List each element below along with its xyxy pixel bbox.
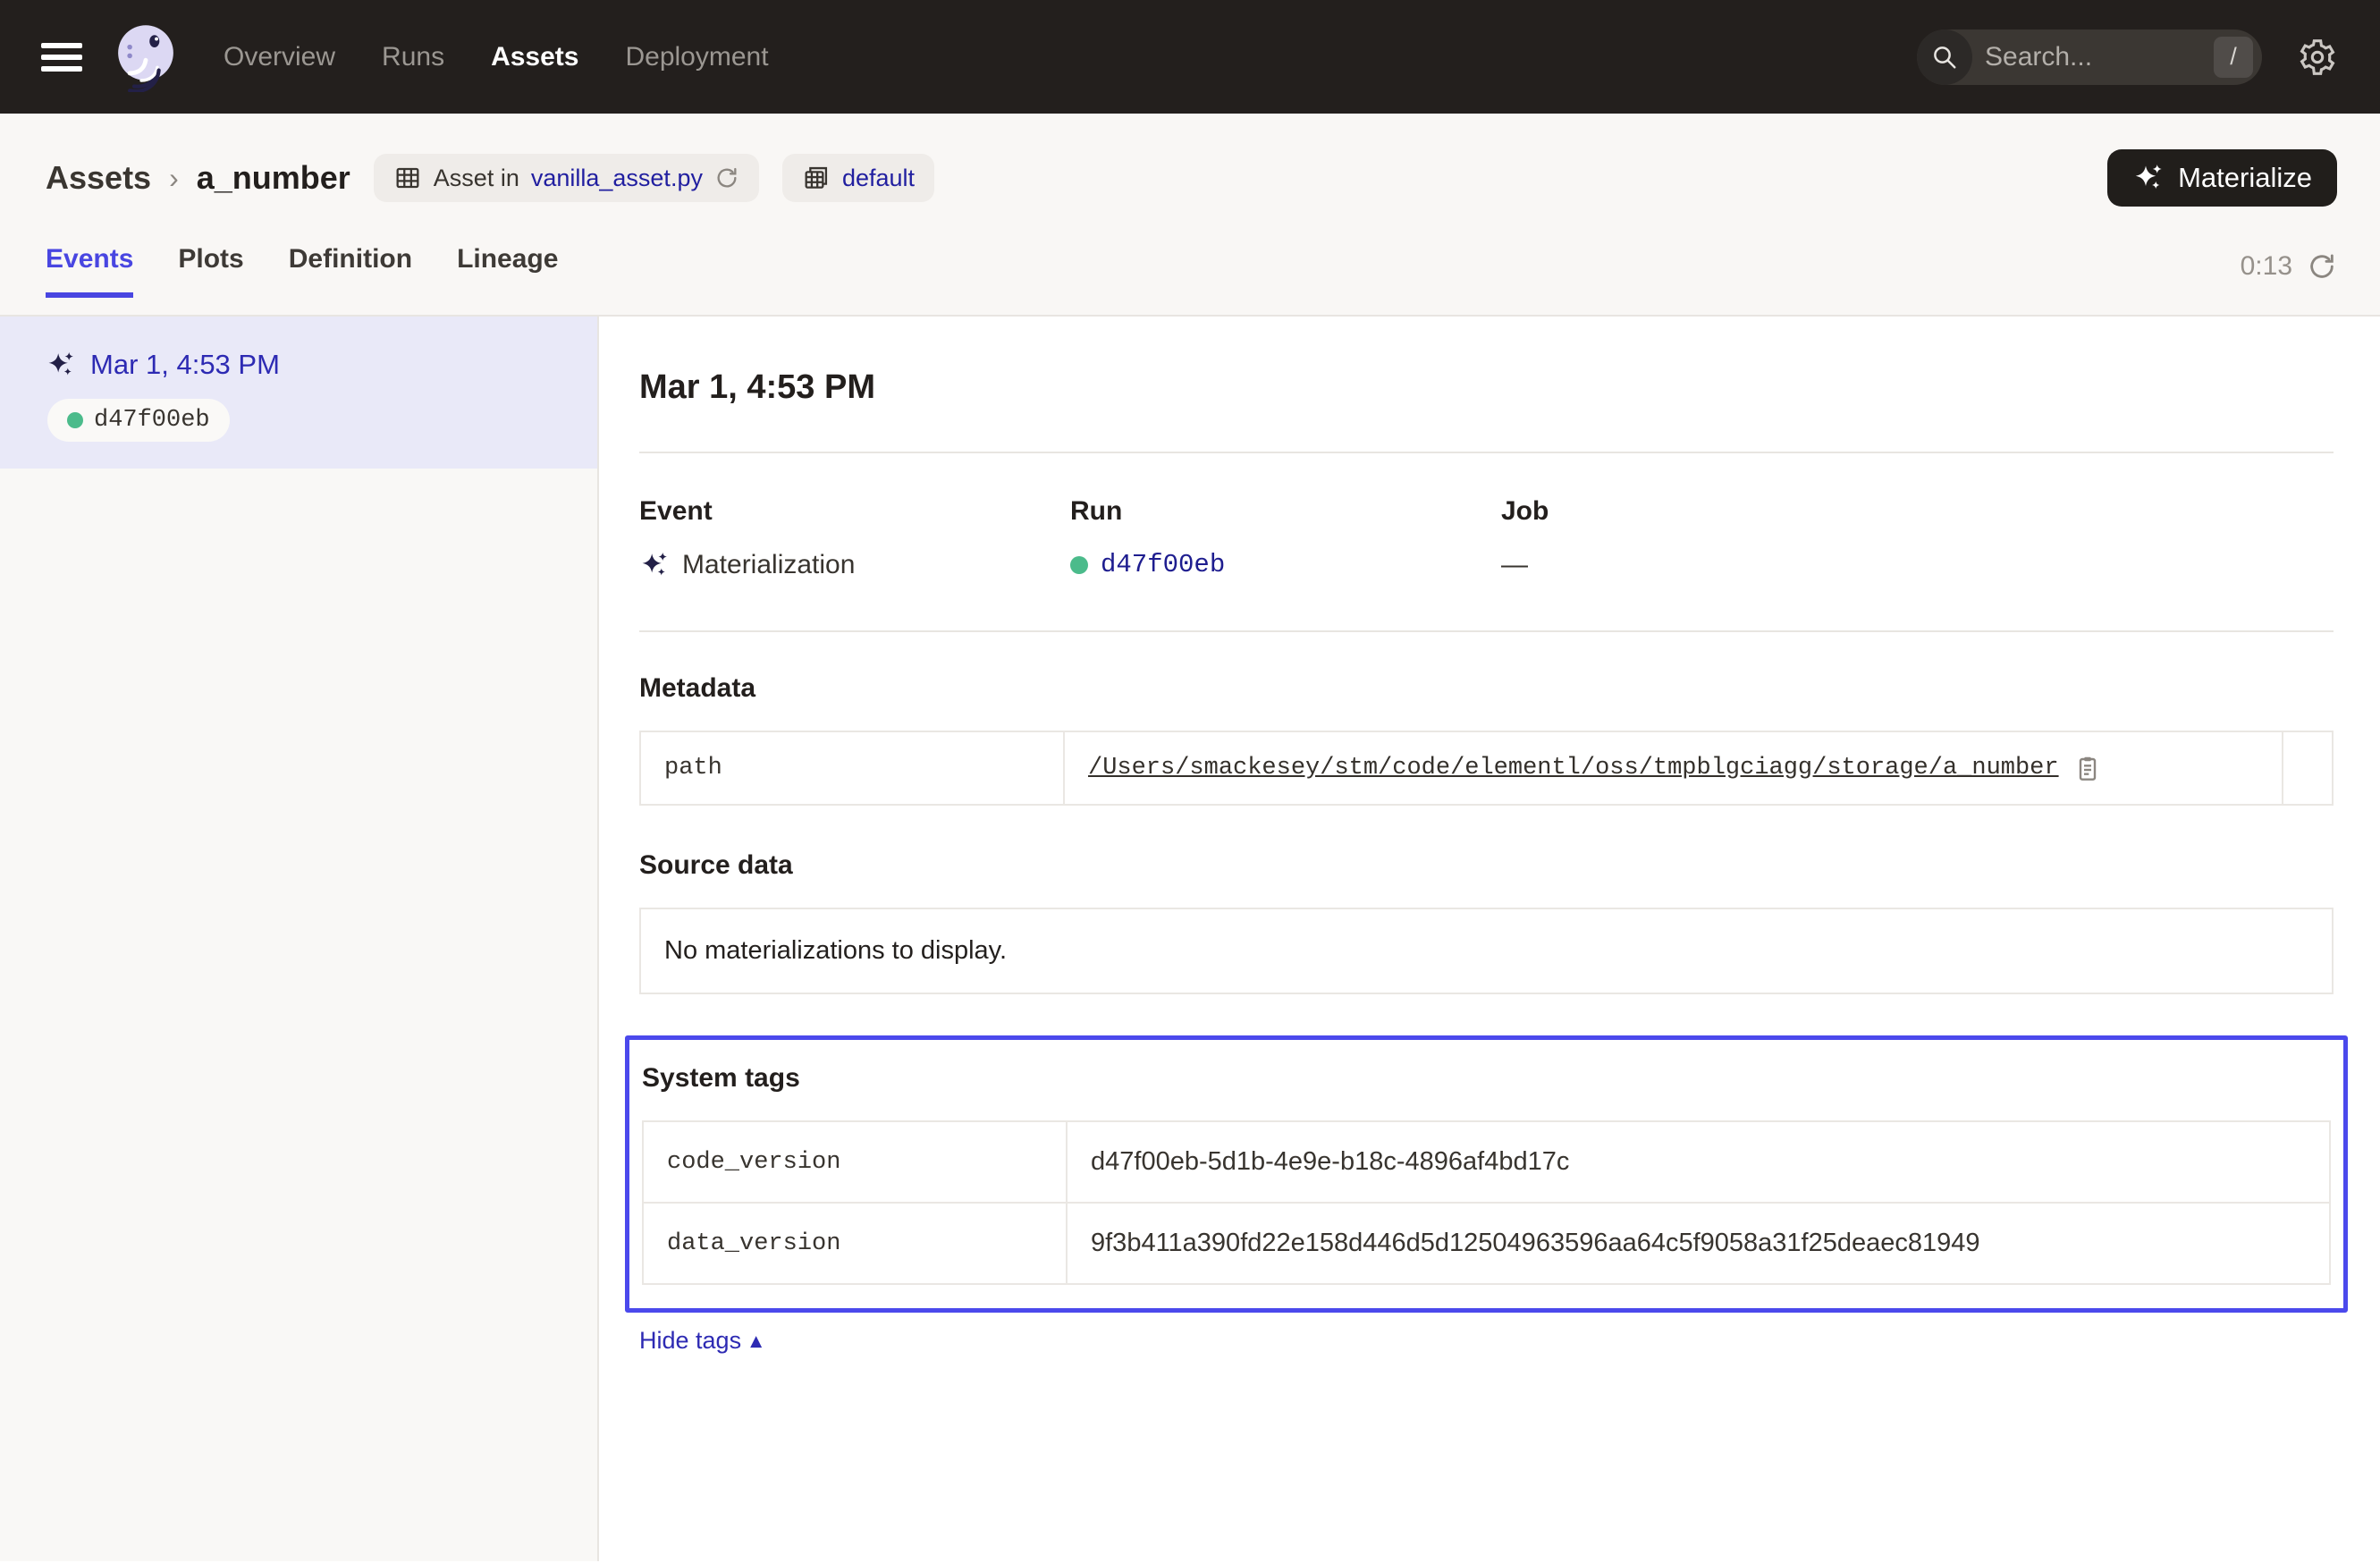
source-data-empty-message: No materializations to display. <box>639 908 2334 994</box>
search-bar[interactable]: / <box>1917 30 2262 85</box>
page-title: a_number <box>197 159 350 197</box>
nav-item-overview[interactable]: Overview <box>224 42 335 72</box>
grid-icon <box>393 164 422 192</box>
events-sidebar: Mar 1, 4:53 PM d47f00eb <box>0 317 599 1561</box>
chevron-right-icon: › <box>169 162 179 195</box>
refresh-timer: 0:13 <box>2241 251 2292 282</box>
run-column-header: Run <box>1070 496 1501 527</box>
job-column-header: Job <box>1501 496 2334 527</box>
metadata-table: path /Users/smackesey/stm/code/elementl/… <box>639 731 2334 806</box>
hide-tags-link[interactable]: Hide tags ▲ <box>639 1327 762 1355</box>
materialize-button[interactable]: Materialize <box>2107 149 2337 207</box>
sparkle-icon <box>2132 162 2165 194</box>
tab-bar: Events Plots Definition Lineage 0:13 <box>46 244 2337 298</box>
system-tags-table: code_version d47f00eb-5d1b-4e9e-b18c-489… <box>642 1120 2331 1285</box>
refresh-icon[interactable] <box>2307 251 2337 282</box>
path-value-link[interactable]: /Users/smackesey/stm/code/elementl/oss/t… <box>1088 755 2059 782</box>
tab-definition[interactable]: Definition <box>289 244 412 298</box>
event-summary: Event Materialization Run d47f00eb <box>639 496 2334 580</box>
run-id-link[interactable]: d47f00eb <box>1101 550 1225 579</box>
caret-up-icon: ▲ <box>750 1332 762 1350</box>
tab-events[interactable]: Events <box>46 244 133 298</box>
run-status-dot <box>67 412 83 428</box>
group-link[interactable]: default <box>842 165 915 192</box>
metadata-section-title: Metadata <box>639 673 2334 704</box>
system-tags-section-title: System tags <box>642 1063 2331 1094</box>
asset-group-chip[interactable]: default <box>782 154 934 202</box>
search-icon <box>1917 30 1972 85</box>
asset-file-link[interactable]: vanilla_asset.py <box>531 165 703 192</box>
asset-chip-prefix: Asset in <box>434 165 519 192</box>
table-row: data_version 9f3b411a390fd22e158d446d5d1… <box>643 1203 2330 1284</box>
tab-lineage[interactable]: Lineage <box>457 244 558 298</box>
tab-plots[interactable]: Plots <box>178 244 243 298</box>
event-list-item[interactable]: Mar 1, 4:53 PM d47f00eb <box>0 317 597 469</box>
divider <box>639 452 2334 453</box>
page-header: Assets › a_number Asset in vanilla_asset… <box>0 114 2380 317</box>
gear-icon[interactable] <box>2298 38 2337 77</box>
dagster-logo[interactable] <box>111 22 181 92</box>
tag-value: 9f3b411a390fd22e158d446d5d12504963596aa6… <box>1091 1229 1980 1257</box>
hide-tags-label: Hide tags <box>639 1327 741 1355</box>
sparkle-icon <box>639 550 670 580</box>
nav-item-assets[interactable]: Assets <box>491 42 578 72</box>
metadata-key: path <box>640 731 1064 805</box>
slash-shortcut-key: / <box>2214 37 2253 78</box>
system-tags-highlight-box: System tags code_version d47f00eb-5d1b-4… <box>625 1035 2348 1313</box>
nav-item-runs[interactable]: Runs <box>382 42 444 72</box>
run-status-dot <box>1070 556 1088 574</box>
run-id-label: d47f00eb <box>94 407 210 434</box>
tag-key: data_version <box>643 1203 1067 1284</box>
run-id-chip[interactable]: d47f00eb <box>47 399 230 442</box>
materialize-button-label: Materialize <box>2178 162 2312 194</box>
job-value: — <box>1501 550 1528 580</box>
event-column-header: Event <box>639 496 1070 527</box>
divider <box>639 630 2334 632</box>
asset-definition-chip[interactable]: Asset in vanilla_asset.py <box>374 154 759 202</box>
nav-item-deployment[interactable]: Deployment <box>625 42 768 72</box>
primary-nav: Overview Runs Assets Deployment <box>224 42 769 72</box>
table-row: path /Users/smackesey/stm/code/elementl/… <box>640 731 2333 805</box>
event-title: Mar 1, 4:53 PM <box>639 368 2334 407</box>
reload-icon[interactable] <box>714 165 739 190</box>
breadcrumb-assets-link[interactable]: Assets <box>46 159 151 197</box>
top-nav: Overview Runs Assets Deployment / <box>0 0 2380 114</box>
copy-icon[interactable] <box>2073 754 2102 782</box>
tag-value: d47f00eb-5d1b-4e9e-b18c-4896af4bd17c <box>1091 1147 1569 1176</box>
workspace-icon <box>802 164 831 192</box>
table-row: code_version d47f00eb-5d1b-4e9e-b18c-489… <box>643 1121 2330 1203</box>
sparkle-icon <box>46 350 76 380</box>
breadcrumb: Assets › a_number <box>46 159 350 197</box>
event-timestamp-link[interactable]: Mar 1, 4:53 PM <box>90 349 280 381</box>
table-spacer-cell <box>2283 731 2333 805</box>
tag-key: code_version <box>643 1121 1067 1203</box>
hamburger-menu-icon[interactable] <box>41 43 82 72</box>
source-data-section-title: Source data <box>639 850 2334 881</box>
search-input[interactable] <box>1972 42 2214 72</box>
event-detail-panel: Mar 1, 4:53 PM Event Materialization Run <box>599 317 2380 1561</box>
event-type-label: Materialization <box>682 550 855 580</box>
